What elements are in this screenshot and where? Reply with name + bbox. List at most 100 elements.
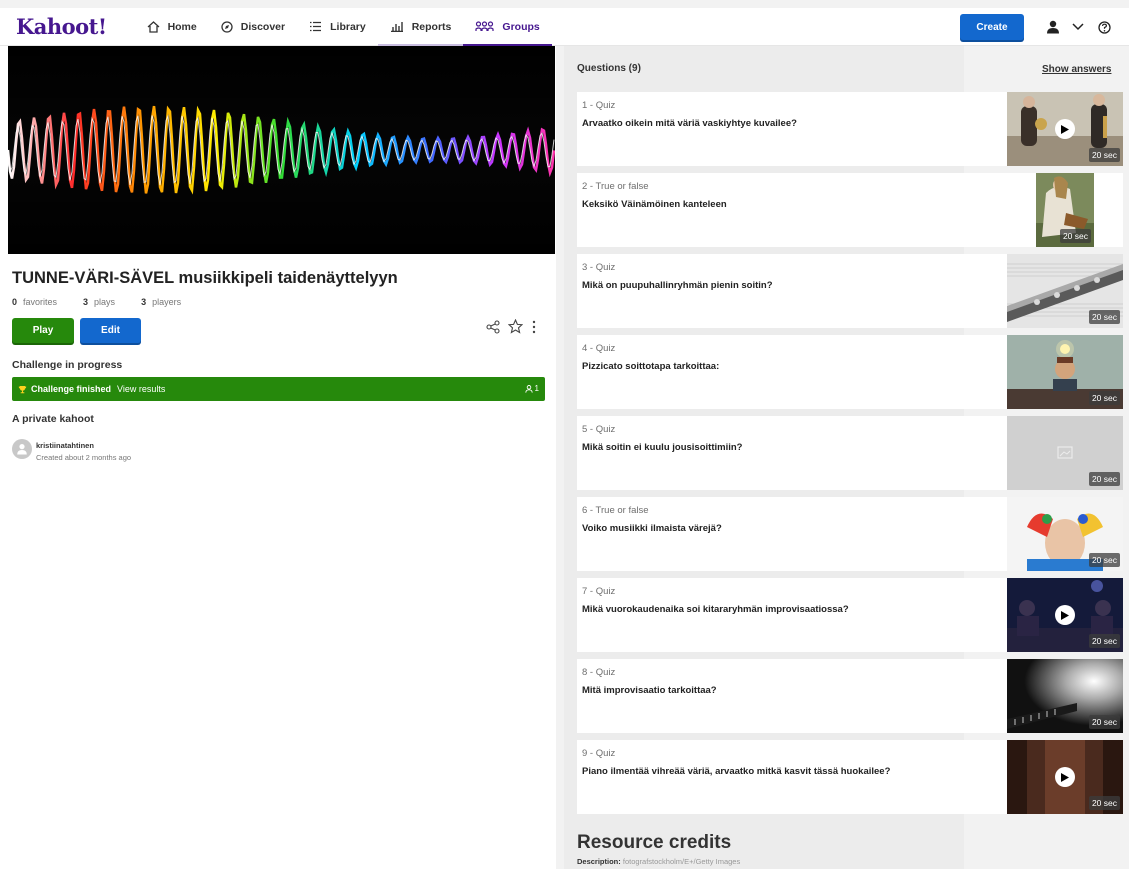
question-card[interactable]: 8 - Quiz Mitä improvisaatio tarkoittaa? … bbox=[577, 659, 1123, 733]
user-avatar-icon bbox=[17, 444, 27, 455]
question-type: 8 - Quiz bbox=[582, 667, 616, 678]
share-icon bbox=[486, 319, 500, 334]
question-text: Mikä on puupuhallinryhmän pienin soitin? bbox=[582, 280, 773, 291]
bar-chart-icon bbox=[390, 22, 403, 32]
video-play-button[interactable] bbox=[1055, 605, 1075, 625]
question-type: 1 - Quiz bbox=[582, 100, 616, 111]
question-thumbnail: 20 sec bbox=[1036, 173, 1094, 247]
help-icon bbox=[1098, 20, 1111, 34]
kahoot-logo[interactable]: Kahoot! bbox=[16, 14, 107, 39]
more-options-button[interactable] bbox=[531, 320, 537, 334]
home-icon bbox=[147, 20, 159, 33]
more-vertical-icon bbox=[532, 320, 536, 333]
question-thumbnail: 20 sec bbox=[1007, 659, 1123, 733]
question-thumbnail: 20 sec bbox=[1007, 92, 1123, 166]
author-name[interactable]: kristiinatahtinen bbox=[36, 441, 94, 450]
privacy-heading: A private kahoot bbox=[12, 413, 94, 425]
nav-reports-label: Reports bbox=[411, 20, 452, 33]
nav-library[interactable]: Library bbox=[297, 8, 378, 46]
help-button[interactable] bbox=[1098, 20, 1111, 34]
edit-button[interactable]: Edit bbox=[80, 318, 141, 343]
list-icon bbox=[310, 21, 322, 32]
cover-image bbox=[8, 46, 555, 254]
kahoot-title: TUNNE-VÄRI-SÄVEL musiikkipeli taidenäytt… bbox=[12, 269, 398, 287]
play-icon bbox=[1061, 772, 1069, 782]
question-thumbnail: 20 sec bbox=[1007, 416, 1123, 490]
question-type: 6 - True or false bbox=[582, 505, 649, 516]
time-limit-badge: 20 sec bbox=[1059, 229, 1091, 243]
time-limit-badge: 20 sec bbox=[1088, 472, 1120, 486]
nav-groups[interactable]: Groups bbox=[463, 8, 553, 47]
video-play-button[interactable] bbox=[1055, 119, 1075, 139]
play-icon bbox=[1061, 124, 1069, 134]
star-icon bbox=[508, 319, 523, 334]
nav-library-label: Library bbox=[330, 20, 366, 33]
time-limit-badge: 20 sec bbox=[1088, 796, 1120, 810]
user-icon bbox=[1047, 20, 1059, 34]
nav-reports[interactable]: Reports bbox=[377, 8, 464, 47]
question-thumbnail: 20 sec bbox=[1007, 497, 1123, 571]
question-text: Arvaatko oikein mitä väriä vaskiyhtye ku… bbox=[582, 118, 797, 129]
view-results-link[interactable]: View results bbox=[117, 384, 165, 394]
favorites-stat: 0 favorites bbox=[12, 297, 58, 307]
time-limit-badge: 20 sec bbox=[1088, 634, 1120, 648]
favorite-button[interactable] bbox=[508, 319, 523, 334]
question-text: Mikä soitin ei kuulu jousisoittimiin? bbox=[582, 442, 743, 453]
time-limit-badge: 20 sec bbox=[1088, 148, 1120, 162]
nav-discover[interactable]: Discover bbox=[209, 8, 297, 46]
share-button[interactable] bbox=[486, 319, 500, 334]
question-type: 2 - True or false bbox=[582, 181, 649, 192]
challenge-heading: Challenge in progress bbox=[12, 359, 123, 371]
show-answers-button[interactable]: Show answers bbox=[1042, 64, 1111, 75]
play-button[interactable]: Play bbox=[12, 318, 74, 343]
kahoot-details-panel: TUNNE-VÄRI-SÄVEL musiikkipeli taidenäytt… bbox=[0, 46, 556, 869]
created-date: Created about 2 months ago bbox=[36, 453, 132, 462]
question-card[interactable]: 5 - Quiz Mikä soitin ei kuulu jousisoitt… bbox=[577, 416, 1123, 490]
question-type: 3 - Quiz bbox=[582, 262, 616, 273]
sound-wave-image bbox=[8, 46, 555, 254]
plays-stat: 3 plays bbox=[83, 297, 116, 307]
create-button[interactable]: Create bbox=[960, 14, 1024, 40]
question-card[interactable]: 3 - Quiz Mikä on puupuhallinryhmän pieni… bbox=[577, 254, 1123, 328]
video-play-button[interactable] bbox=[1055, 767, 1075, 787]
groups-icon bbox=[475, 21, 495, 31]
question-type: 4 - Quiz bbox=[582, 343, 616, 354]
time-limit-badge: 20 sec bbox=[1088, 715, 1120, 729]
top-right-actions: Create bbox=[960, 8, 1111, 46]
question-card[interactable]: 2 - True or false Keksikö Väinämöinen ka… bbox=[577, 173, 1123, 247]
questions-heading: Questions (9) bbox=[577, 63, 641, 74]
question-thumbnail: 20 sec bbox=[1007, 254, 1123, 328]
nav-groups-label: Groups bbox=[502, 20, 540, 33]
resource-credits-description: Description: fotografstockholm/E+/Getty … bbox=[577, 857, 741, 866]
question-card[interactable]: 9 - Quiz Piano ilmentää vihreää väriä, a… bbox=[577, 740, 1123, 814]
question-card[interactable]: 1 - Quiz Arvaatko oikein mitä väriä vask… bbox=[577, 92, 1123, 166]
nav-home[interactable]: Home bbox=[135, 8, 209, 46]
question-text: Piano ilmentää vihreää väriä, arvaatko m… bbox=[582, 766, 891, 777]
top-navigation-bar: Kahoot! Home Discover Library Reports Gr… bbox=[0, 8, 1129, 47]
kahoot-stats: 0 favorites 3 plays 3 players bbox=[12, 297, 207, 307]
compass-icon bbox=[221, 20, 233, 33]
play-icon bbox=[1061, 610, 1069, 620]
question-text: Mikä vuorokaudenaika soi kitararyhmän im… bbox=[582, 604, 849, 615]
time-limit-badge: 20 sec bbox=[1088, 310, 1120, 324]
user-menu[interactable] bbox=[1046, 20, 1084, 34]
question-text: Keksikö Väinämöinen kanteleen bbox=[582, 199, 727, 210]
question-card[interactable]: 6 - True or false Voiko musiikki ilmaist… bbox=[577, 497, 1123, 571]
resource-credits-title: Resource credits bbox=[577, 832, 732, 853]
question-type: 9 - Quiz bbox=[582, 748, 616, 759]
players-stat: 3 players bbox=[141, 297, 182, 307]
challenge-status-bar[interactable]: Challenge finished View results 1 bbox=[12, 377, 545, 401]
time-limit-badge: 20 sec bbox=[1088, 553, 1120, 567]
question-type: 5 - Quiz bbox=[582, 424, 616, 435]
chevron-down-icon bbox=[1072, 23, 1084, 31]
nav-home-label: Home bbox=[167, 20, 197, 33]
kahoot-actions bbox=[486, 319, 545, 334]
nav-discover-label: Discover bbox=[240, 20, 286, 33]
avatar[interactable] bbox=[12, 439, 32, 459]
participant-count: 1 bbox=[524, 384, 539, 393]
question-card[interactable]: 7 - Quiz Mikä vuorokaudenaika soi kitara… bbox=[577, 578, 1123, 652]
question-text: Voiko musiikki ilmaista värejä? bbox=[582, 523, 722, 534]
challenge-status: Challenge finished bbox=[31, 384, 112, 394]
question-card[interactable]: 4 - Quiz Pizzicato soittotapa tarkoittaa… bbox=[577, 335, 1123, 409]
question-text: Pizzicato soittotapa tarkoittaa: bbox=[582, 361, 720, 372]
